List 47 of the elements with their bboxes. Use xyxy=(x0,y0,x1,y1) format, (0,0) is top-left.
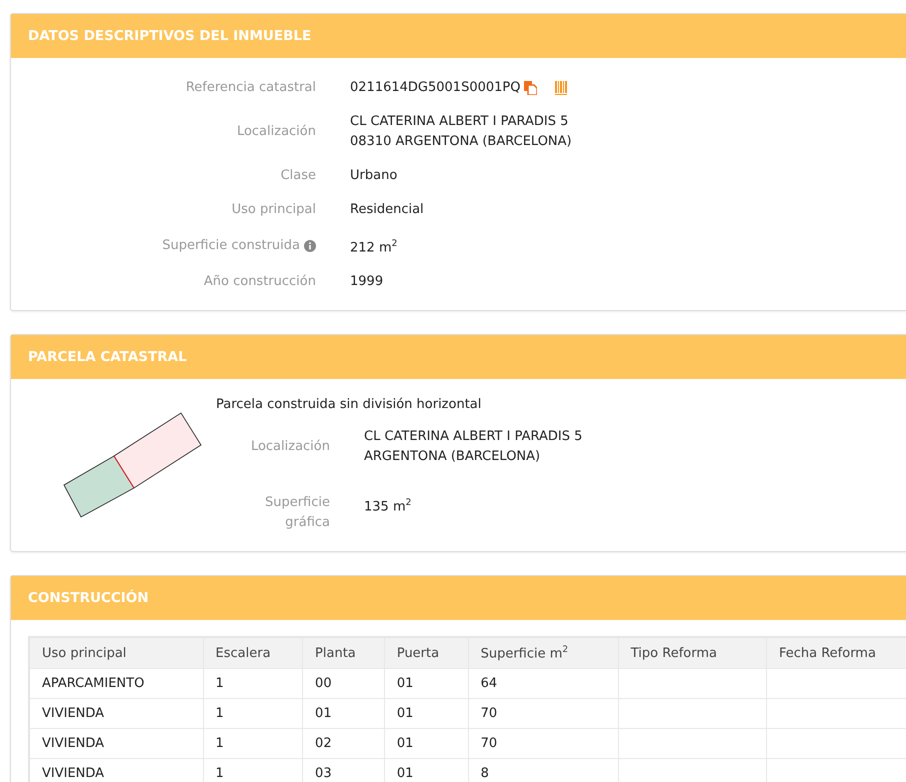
table-cell: 1 xyxy=(203,668,303,699)
table-cell: 01 xyxy=(384,728,468,759)
table-cell: 01 xyxy=(384,668,468,699)
table-cell: VIVIENDA xyxy=(29,698,204,729)
table-cell: 00 xyxy=(302,668,384,699)
column-header: Tipo Reforma xyxy=(618,637,766,669)
column-header: Superficie m$^{2}$ xyxy=(468,637,618,669)
copy-icon[interactable] xyxy=(524,81,538,95)
field-label: Superficie gráfica xyxy=(264,494,330,532)
field-value: ARGENTONA (BARCELONA) xyxy=(364,448,540,466)
field-label: Clase xyxy=(280,167,316,185)
table-cell: VIVIENDA xyxy=(29,728,204,759)
panel-title: CONSTRUCCIÓN xyxy=(28,590,149,606)
column-header: Puerta xyxy=(384,637,468,669)
field-value: 1999 xyxy=(350,273,384,292)
field-value: 08310 ARGENTONA (BARCELONA) xyxy=(350,133,572,151)
field-label: Localización xyxy=(250,438,330,456)
field-label: Superficie construida xyxy=(162,237,300,256)
field-label: Referencia catastral xyxy=(186,79,316,97)
table-cell: 02 xyxy=(302,728,384,759)
table-cell: 1 xyxy=(203,698,303,729)
panel-title: DATOS DESCRIPTIVOS DEL INMUEBLE xyxy=(28,28,312,44)
table-cell: 1 xyxy=(203,728,303,759)
field-value: Residencial xyxy=(350,201,424,219)
column-header: Uso principal xyxy=(29,637,204,669)
field-value: 135 m$^{2}$ xyxy=(364,497,412,517)
info-icon[interactable] xyxy=(304,240,316,252)
table-cell: 01 xyxy=(384,698,468,729)
column-header: Escalera xyxy=(203,637,303,669)
table-cell: APARCAMIENTO xyxy=(29,668,204,699)
field-label: Año construcción xyxy=(204,273,316,292)
field-value: 0211614DG5001S0001PQ xyxy=(350,79,520,97)
column-header: Fecha Reforma xyxy=(766,637,906,669)
field-value: Urbano xyxy=(350,167,398,185)
table-cell: 70 xyxy=(468,698,618,729)
field-label: Localización xyxy=(236,123,316,141)
field-value: 212 m$^{2}$ xyxy=(350,238,398,258)
table-cell: 01 xyxy=(302,698,384,729)
column-header: Planta xyxy=(302,637,384,669)
field-value: CL CATERINA ALBERT I PARADIS 5 xyxy=(350,113,568,131)
table-cell: 64 xyxy=(468,668,618,699)
panel-title: PARCELA CATASTRAL xyxy=(28,349,187,366)
parcel-description: Parcela construida sin división horizontal xyxy=(216,396,482,414)
field-value: CL CATERINA ALBERT I PARADIS 5 xyxy=(364,428,582,446)
barcode-icon[interactable] xyxy=(555,81,570,95)
table-cell: 70 xyxy=(468,728,618,759)
field-label: Uso principal xyxy=(232,201,316,219)
